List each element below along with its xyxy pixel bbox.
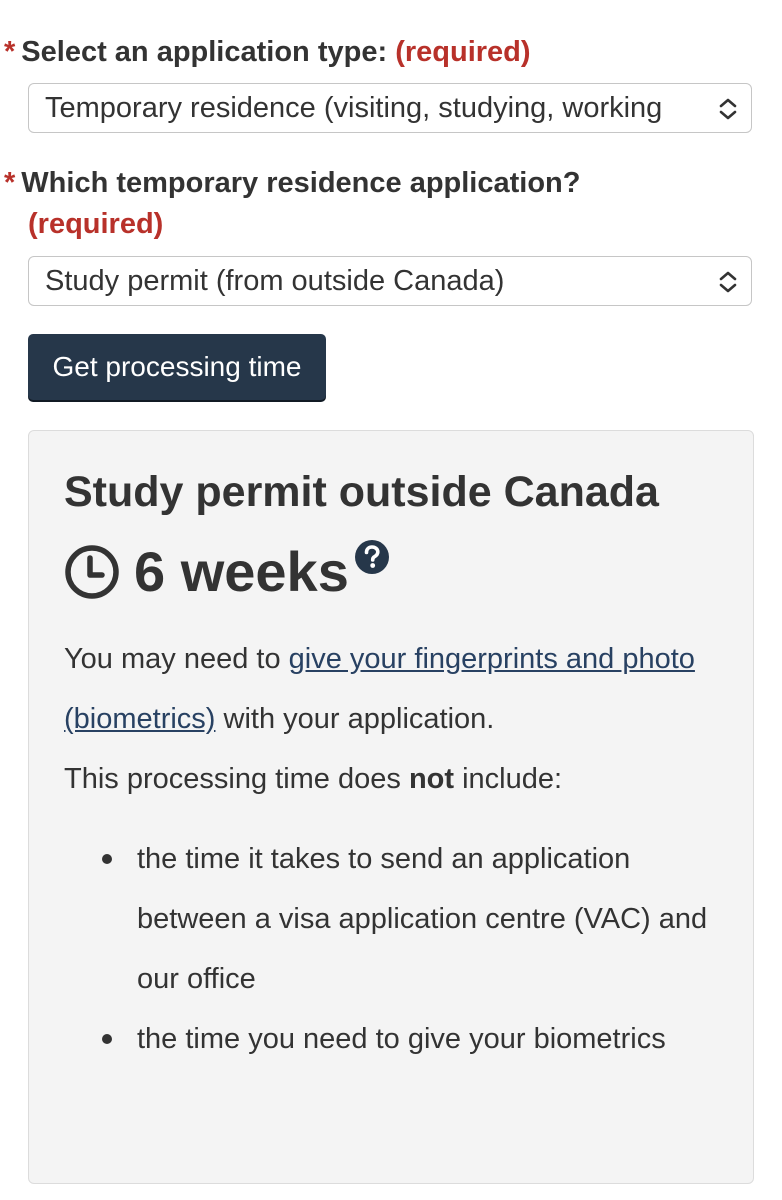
temporary-residence-application-selected-value: Study permit (from outside Canada)	[45, 265, 505, 297]
required-asterisk: *	[4, 36, 16, 68]
processing-duration: 6 weeks	[134, 540, 349, 603]
exclusions-note: This processing time does not include:	[64, 749, 724, 809]
list-item: the time you need to give your biometric…	[64, 1009, 724, 1069]
list-item: the time it takes to send an application…	[64, 829, 724, 1009]
temporary-residence-application-label-text: Which temporary residence application?	[21, 167, 581, 199]
required-indicator: (required)	[395, 36, 531, 68]
application-type-selected-value: Temporary residence (visiting, studying,…	[45, 92, 663, 124]
biometrics-outro-text: with your application.	[215, 703, 495, 735]
application-type-select[interactable]: Temporary residence (visiting, studying,…	[28, 83, 752, 133]
exclusions-list: the time it takes to send an application…	[64, 829, 724, 1069]
clock-icon	[65, 545, 119, 599]
processing-time-result-panel: Study permit outside Canada 6 weeks You …	[28, 430, 754, 1184]
required-asterisk: *	[4, 167, 16, 199]
application-type-label-text: Select an application type:	[21, 36, 388, 68]
result-title: Study permit outside Canada	[64, 468, 659, 516]
question-circle-icon[interactable]	[354, 539, 390, 575]
biometrics-intro-text: You may need to	[64, 643, 289, 675]
chevron-up-down-icon	[719, 98, 737, 120]
exclusions-note-emphasis: not	[408, 763, 455, 795]
application-type-label: * Select an application type: (required)	[4, 32, 531, 72]
required-indicator: (required)	[28, 208, 164, 240]
get-processing-time-button[interactable]: Get processing time	[28, 334, 326, 400]
exclusions-note-suffix: include:	[454, 763, 563, 795]
exclusions-note-text: This processing time does	[64, 763, 409, 795]
temporary-residence-application-select[interactable]: Study permit (from outside Canada)	[28, 256, 752, 306]
biometrics-notice: You may need to give your fingerprints a…	[64, 629, 724, 749]
temporary-residence-application-label: * Which temporary residence application? …	[4, 163, 764, 245]
chevron-up-down-icon	[719, 271, 737, 293]
processing-duration-row: 6 weeks	[64, 537, 349, 607]
